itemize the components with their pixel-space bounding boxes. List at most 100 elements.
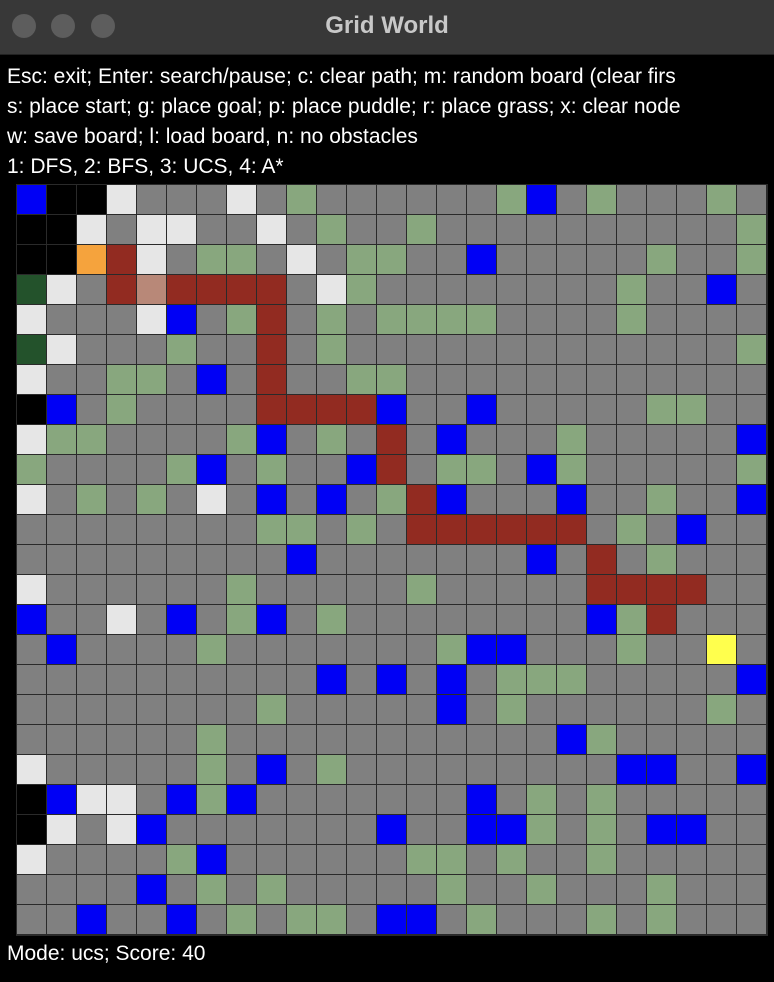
grid-cell-empty[interactable]	[197, 905, 226, 934]
grid-cell-puddle[interactable]	[737, 425, 766, 454]
grid-cell-grass[interactable]	[377, 305, 406, 334]
grid-cell-empty[interactable]	[707, 845, 736, 874]
grid-cell-empty[interactable]	[407, 785, 436, 814]
grid-cell-empty[interactable]	[107, 575, 136, 604]
grid-cell-empty[interactable]	[677, 785, 706, 814]
grid-cell-empty[interactable]	[737, 905, 766, 934]
grid-cell-grass[interactable]	[737, 455, 766, 484]
grid-cell-grass[interactable]	[407, 845, 436, 874]
grid-cell-grass[interactable]	[707, 185, 736, 214]
grid-cell-wall[interactable]	[17, 815, 46, 844]
grid-cell-empty[interactable]	[497, 395, 526, 424]
grid-cell-wall[interactable]	[47, 245, 76, 274]
grid-cell-empty[interactable]	[737, 185, 766, 214]
grid-cell-empty[interactable]	[137, 335, 166, 364]
grid-cell-empty[interactable]	[77, 455, 106, 484]
grid-cell-grass[interactable]	[527, 875, 556, 904]
grid-cell-empty[interactable]	[647, 425, 676, 454]
grid-cell-empty[interactable]	[77, 605, 106, 634]
grid-cell-empty[interactable]	[527, 395, 556, 424]
grid-cell-path[interactable]	[227, 275, 256, 304]
grid-cell-empty[interactable]	[527, 725, 556, 754]
grid-cell-puddle[interactable]	[47, 395, 76, 424]
grid-cell-empty[interactable]	[707, 905, 736, 934]
grid-cell-empty[interactable]	[527, 485, 556, 514]
grid-cell-puddle[interactable]	[167, 905, 196, 934]
grid-cell-grass[interactable]	[737, 215, 766, 244]
grid-cell-empty[interactable]	[257, 245, 286, 274]
grid-cell-puddle[interactable]	[437, 665, 466, 694]
grid-cell-empty[interactable]	[47, 515, 76, 544]
grid-cell-empty[interactable]	[137, 185, 166, 214]
grid-cell-empty[interactable]	[617, 905, 646, 934]
grid-cell-empty[interactable]	[557, 395, 586, 424]
grid-cell-empty[interactable]	[707, 305, 736, 334]
grid-cell-empty[interactable]	[317, 695, 346, 724]
grid-cell-empty[interactable]	[107, 875, 136, 904]
grid-cell-empty[interactable]	[197, 815, 226, 844]
grid-cell-empty[interactable]	[227, 365, 256, 394]
grid-cell-empty[interactable]	[47, 665, 76, 694]
grid-cell-puddle[interactable]	[17, 605, 46, 634]
grid-cell-empty[interactable]	[107, 335, 136, 364]
grid-cell-empty[interactable]	[617, 215, 646, 244]
grid-cell-grass[interactable]	[557, 665, 586, 694]
grid-cell-explored[interactable]	[197, 485, 226, 514]
grid-cell-empty[interactable]	[707, 335, 736, 364]
grid-cell-empty[interactable]	[407, 425, 436, 454]
grid-cell-puddle[interactable]	[317, 485, 346, 514]
grid-cell-empty[interactable]	[287, 785, 316, 814]
grid-cell-empty[interactable]	[557, 245, 586, 274]
grid-cell-empty[interactable]	[677, 725, 706, 754]
grid-cell-empty[interactable]	[707, 815, 736, 844]
grid-cell-empty[interactable]	[287, 455, 316, 484]
grid-cell-empty[interactable]	[107, 905, 136, 934]
grid-cell-puddle[interactable]	[377, 665, 406, 694]
grid-cell-puddle[interactable]	[377, 815, 406, 844]
grid-cell-empty[interactable]	[557, 875, 586, 904]
grid-cell-empty[interactable]	[227, 695, 256, 724]
grid-cell-empty[interactable]	[707, 575, 736, 604]
grid-cell-grass[interactable]	[467, 455, 496, 484]
grid-cell-grass[interactable]	[647, 395, 676, 424]
grid-cell-explored[interactable]	[17, 845, 46, 874]
grid-cell-grass[interactable]	[317, 335, 346, 364]
grid-cell-empty[interactable]	[317, 515, 346, 544]
grid-cell-empty[interactable]	[77, 275, 106, 304]
grid-cell-empty[interactable]	[617, 785, 646, 814]
grid-cell-grass[interactable]	[587, 185, 616, 214]
grid-cell-grass[interactable]	[317, 215, 346, 244]
grid-cell-grass[interactable]	[197, 785, 226, 814]
grid-cell-empty[interactable]	[557, 365, 586, 394]
grid-cell-empty[interactable]	[587, 755, 616, 784]
grid-cell-empty[interactable]	[77, 335, 106, 364]
grid-cell-empty[interactable]	[347, 905, 376, 934]
grid-cell-empty[interactable]	[377, 215, 406, 244]
grid-cell-puddle[interactable]	[167, 305, 196, 334]
grid-cell-explored[interactable]	[77, 215, 106, 244]
grid-cell-empty[interactable]	[467, 695, 496, 724]
grid-cell-empty[interactable]	[497, 785, 526, 814]
grid-cell-empty[interactable]	[557, 755, 586, 784]
grid-cell-frontier[interactable]	[137, 275, 166, 304]
grid-cell-grass[interactable]	[527, 665, 556, 694]
grid-cell-empty[interactable]	[287, 635, 316, 664]
grid-cell-grass[interactable]	[197, 725, 226, 754]
grid-cell-empty[interactable]	[527, 755, 556, 784]
grid-cell-empty[interactable]	[437, 245, 466, 274]
grid-cell-puddle[interactable]	[617, 755, 646, 784]
grid-cell-empty[interactable]	[197, 695, 226, 724]
grid-cell-empty[interactable]	[17, 515, 46, 544]
grid-cell-grass[interactable]	[287, 185, 316, 214]
grid-cell-empty[interactable]	[197, 665, 226, 694]
grid-cell-grass[interactable]	[377, 245, 406, 274]
grid-cell-puddle[interactable]	[737, 755, 766, 784]
grid-cell-path[interactable]	[107, 275, 136, 304]
grid-cell-path[interactable]	[287, 395, 316, 424]
grid-cell-empty[interactable]	[467, 215, 496, 244]
grid-cell-puddle[interactable]	[467, 785, 496, 814]
grid-cell-empty[interactable]	[587, 455, 616, 484]
grid-cell-puddle[interactable]	[527, 185, 556, 214]
grid-cell-explored[interactable]	[107, 185, 136, 214]
grid-cell-empty[interactable]	[257, 725, 286, 754]
